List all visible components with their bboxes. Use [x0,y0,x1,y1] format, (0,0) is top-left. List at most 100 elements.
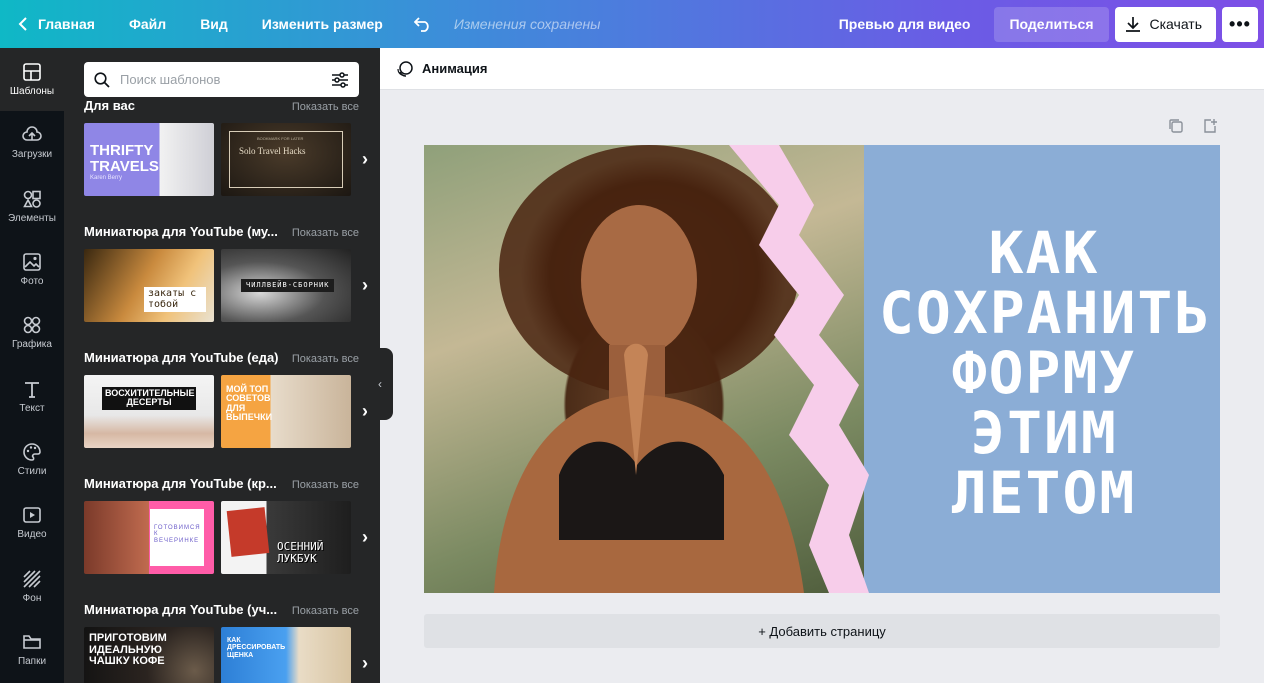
duplicate-page-icon[interactable] [1168,118,1184,134]
more-options-button[interactable]: ••• [1222,6,1258,42]
editor-toolbar: Анимация [380,48,1264,90]
thumbnail-caption: ПРИГОТОВИМ ИДЕАЛЬНУЮ ЧАШКУ КОФЕ [89,632,167,668]
rail-item-video[interactable]: Видео [0,491,64,554]
pink-brush-stroke [729,145,869,593]
template-section: Миниатюра для YouTube (уч... Показать вс… [84,602,368,683]
rail-label: Графика [12,339,52,351]
chevron-right-icon[interactable]: › [362,653,368,674]
templates-panel: Поиск шаблонов Для вас Показать все THRI… [64,48,380,683]
rail-item-templates[interactable]: Шаблоны [0,48,64,112]
rail-item-graphics[interactable]: Графика [0,301,64,364]
show-all-link[interactable]: Показать все [292,479,359,491]
thumbnail-caption: МОЙ ТОП СОВЕТОВ ДЛЯ ВЫПЕЧКИ [226,384,273,423]
rail-label: Фон [22,592,42,604]
text-icon [25,381,39,398]
upload-icon [22,126,42,142]
more-icon: ••• [1229,13,1251,34]
file-menu[interactable]: Файл [112,0,183,48]
rail-label: Стили [17,465,47,477]
headline-line: СОХРАНИТЬ [879,279,1212,347]
templates-icon [23,63,41,81]
chevron-left-icon: ‹ [378,377,382,391]
template-thumbnail[interactable]: КАК ДРЕССИРОВАТЬ ЩЕНКА [221,627,351,683]
filter-icon[interactable] [331,71,349,88]
thumbnail-caption: ОСЕННИЙ ЛУКБУК [277,540,324,565]
thumbnail-subcaption: BOOKMARK FOR LATER [257,136,304,141]
elements-icon [23,190,41,208]
template-thumbnail[interactable]: ОСЕННИЙ ЛУКБУК [221,501,351,574]
palette-icon [23,443,41,461]
template-section: Миниатюра для YouTube (кр... Показать вс… [84,476,368,574]
thumbnail-caption: ЧИЛЛВЕЙВ-СБОРНИК [241,279,335,293]
collapse-panel-button[interactable]: ‹ [367,348,393,420]
rail-item-uploads[interactable]: Загрузки [0,111,64,174]
rail-label: Загрузки [11,149,53,161]
rail-label: Текст [19,402,45,414]
add-page-icon[interactable] [1202,118,1218,134]
template-thumbnail[interactable]: Solo Travel Hacks BOOKMARK FOR LATER [221,123,351,196]
page-tools [1168,118,1218,134]
template-search-input[interactable]: Поиск шаблонов [84,62,359,97]
thumbnail-caption: Solo Travel Hacks [239,146,306,156]
template-thumbnail[interactable]: ПРИГОТОВИМ ИДЕАЛЬНУЮ ЧАШКУ КОФЕ [84,627,214,683]
headline-line: КАК [988,219,1100,287]
rail-item-folders[interactable]: Папки [0,618,64,681]
undo-icon [413,17,429,32]
headline-line: ЛЕТОМ [951,459,1137,527]
template-section: Для вас Показать все THRIFTY TRAVELS Kar… [84,98,368,196]
undo-button[interactable] [400,0,446,48]
resize-menu[interactable]: Изменить размер [245,0,400,48]
search-placeholder: Поиск шаблонов [120,72,221,87]
template-thumbnail[interactable]: ГОТОВИМСЯ К ВЕЧЕРИНКЕ [84,501,214,574]
chevron-right-icon[interactable]: › [362,149,368,170]
section-title: Миниатюра для YouTube (еда) [84,350,279,365]
background-icon [23,569,41,588]
section-title: Миниатюра для YouTube (уч... [84,602,278,617]
rail-label: Шаблоны [9,86,55,98]
design-headline[interactable]: КАК СОХРАНИТЬ ФОРМУ ЭТИМ ЛЕТОМ [879,223,1209,523]
thumbnail-caption: THRIFTY TRAVELS [90,142,159,175]
view-menu[interactable]: Вид [183,0,245,48]
chevron-right-icon[interactable]: › [362,527,368,548]
template-thumbnail[interactable]: ЧИЛЛВЕЙВ-СБОРНИК [221,249,351,322]
template-thumbnail[interactable]: МОЙ ТОП СОВЕТОВ ДЛЯ ВЫПЕЧКИ [221,375,351,448]
side-navigation: Шаблоны Загрузки Элементы Фото Графика Т… [0,48,64,683]
rail-label: Видео [17,529,47,541]
rail-item-styles[interactable]: Стили [0,428,64,491]
show-all-link[interactable]: Показать все [292,353,359,365]
rail-item-text[interactable]: Текст [0,364,64,427]
add-page-button[interactable]: + Добавить страницу [424,614,1220,648]
thumbnail-caption: закаты с тобой [144,287,206,312]
home-label: Главная [38,16,95,32]
section-title: Миниатюра для YouTube (му... [84,224,278,239]
template-section: Миниатюра для YouTube (еда) Показать все… [84,350,368,448]
graphics-icon [23,317,41,334]
template-thumbnail[interactable]: THRIFTY TRAVELS Karen Berry [84,123,214,196]
rail-label: Элементы [8,212,56,224]
show-all-link[interactable]: Показать все [292,101,359,113]
search-icon [94,71,110,88]
video-preview-button[interactable]: Превью для видео [829,0,995,48]
template-thumbnail[interactable]: закаты с тобой [84,249,214,322]
design-canvas[interactable]: КАК СОХРАНИТЬ ФОРМУ ЭТИМ ЛЕТОМ [424,145,1220,593]
home-button[interactable]: Главная [0,0,112,48]
chevron-right-icon[interactable]: › [362,275,368,296]
show-all-link[interactable]: Показать все [292,605,359,617]
top-bar: Главная Файл Вид Изменить размер Изменен… [0,0,1264,48]
chevron-left-icon [18,17,27,31]
template-thumbnail[interactable]: ВОСХИТИТЕЛЬНЫЕ ДЕСЕРТЫ [84,375,214,448]
video-icon [23,507,41,524]
section-title: Для вас [84,98,135,113]
animation-icon [397,60,413,77]
rail-item-photos[interactable]: Фото [0,238,64,301]
share-button[interactable]: Поделиться [994,6,1109,42]
thumbnail-subcaption: Karen Berry [90,175,123,181]
headline-line: ЭТИМ [970,399,1118,467]
show-all-link[interactable]: Показать все [292,227,359,239]
template-section: Миниатюра для YouTube (му... Показать вс… [84,224,368,322]
rail-item-elements[interactable]: Элементы [0,175,64,238]
download-button[interactable]: Скачать [1114,6,1216,42]
animation-button[interactable]: Анимация [422,61,487,76]
section-title: Миниатюра для YouTube (кр... [84,476,277,491]
rail-item-background[interactable]: Фон [0,554,64,617]
